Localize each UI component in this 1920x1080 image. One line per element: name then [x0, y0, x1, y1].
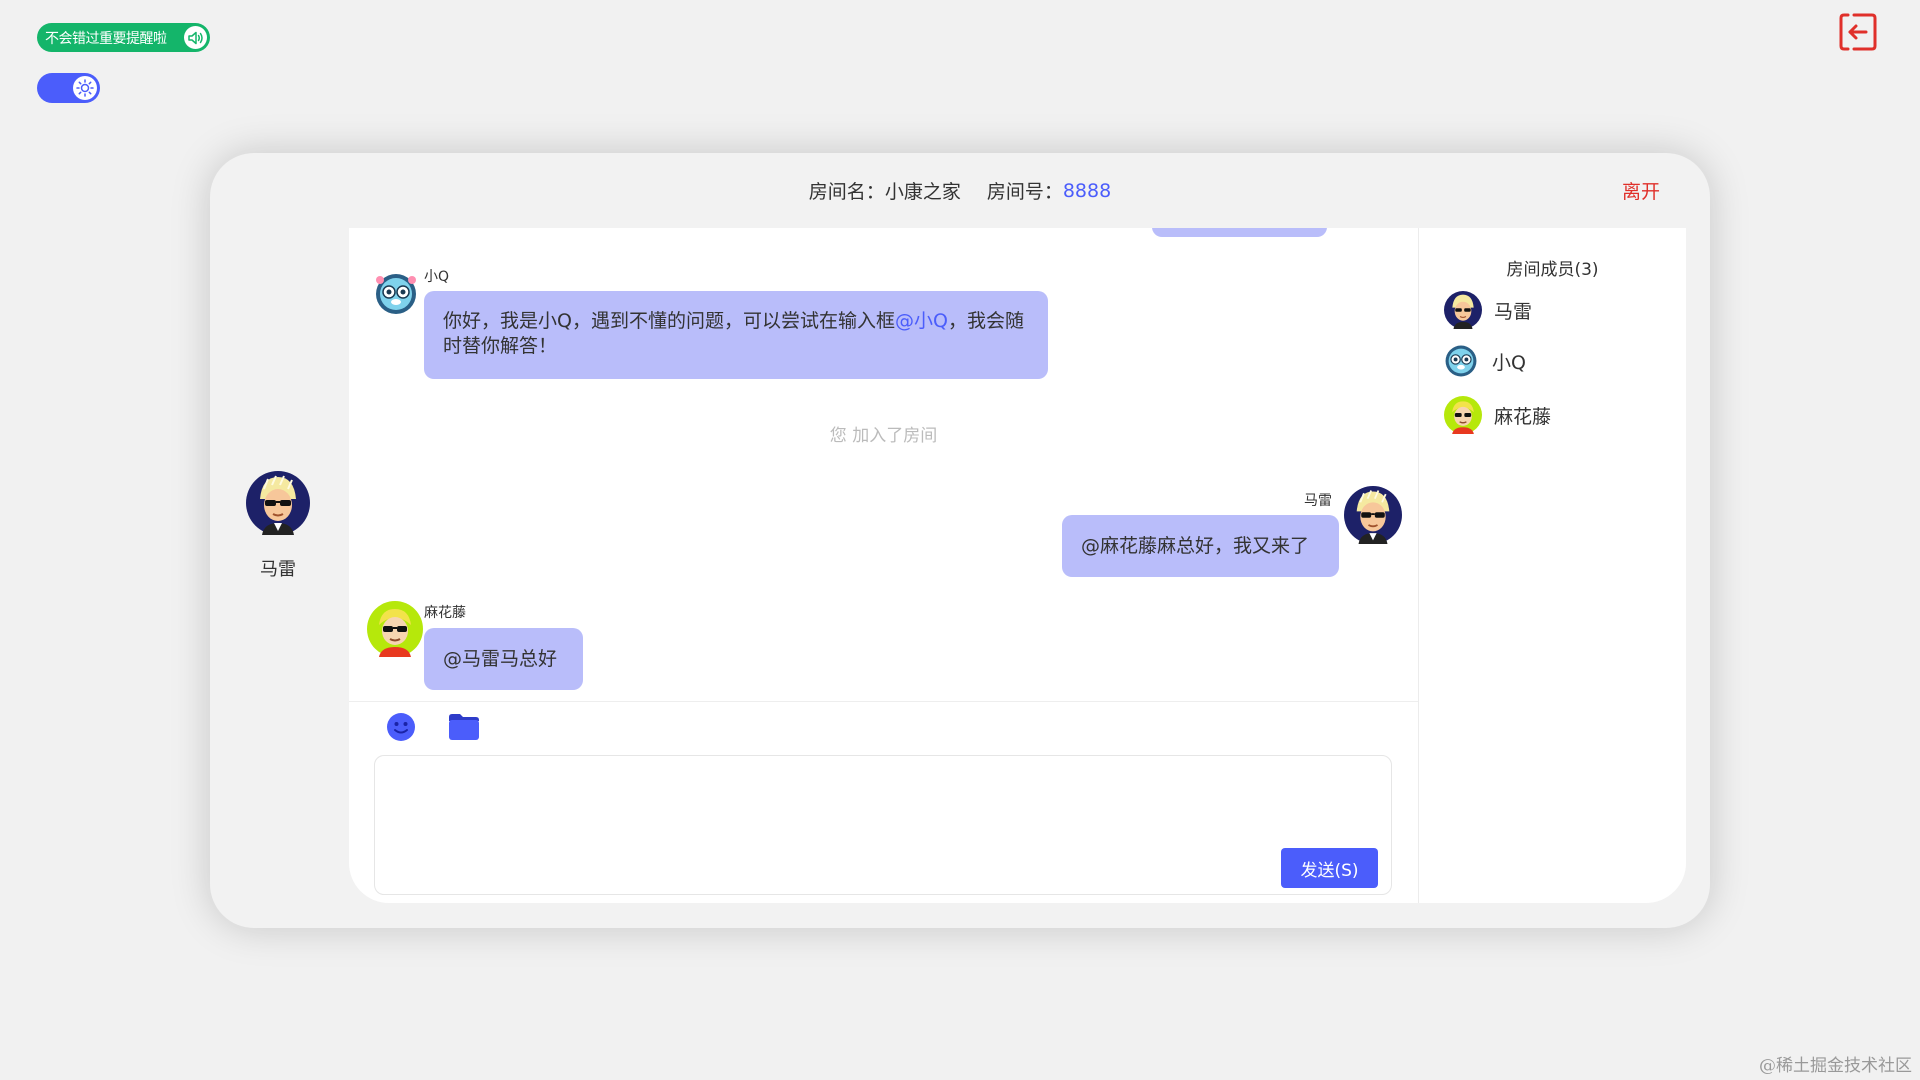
- notification-toggle[interactable]: 不会错过重要提醒啦: [37, 23, 210, 52]
- speaker-icon: [184, 26, 207, 49]
- avatar: [1444, 291, 1482, 329]
- notification-label: 不会错过重要提醒啦: [45, 30, 167, 47]
- smile-icon[interactable]: [386, 712, 416, 742]
- room-name: 小康之家: [884, 181, 961, 203]
- message-text: @马雷马总好: [443, 647, 558, 670]
- member-item[interactable]: 麻花藤: [1444, 396, 1551, 434]
- member-item[interactable]: 小Q: [1444, 344, 1526, 378]
- watermark: @稀土掘金技术社区: [1759, 1056, 1912, 1076]
- theme-toggle[interactable]: [37, 73, 100, 103]
- message-log[interactable]: 小Q 你好，我是小Q，遇到不懂的问题，可以尝试在输入框@小Q，我会随时替你解答！…: [349, 228, 1418, 701]
- member-name: 小Q: [1492, 351, 1526, 374]
- room-number-label: 房间号：: [986, 181, 1063, 203]
- logout-icon[interactable]: [1838, 12, 1878, 52]
- mention-link[interactable]: @小Q: [895, 310, 948, 332]
- room-number: 8888: [1062, 179, 1112, 202]
- avatar[interactable]: [374, 272, 418, 316]
- room-name-label: 房间名：: [808, 181, 885, 203]
- composer-divider: [349, 701, 1418, 702]
- message-text: @麻花藤麻总好，我又来了: [1081, 534, 1310, 557]
- message-input[interactable]: 发送(S): [374, 755, 1392, 895]
- avatar: [1444, 396, 1482, 434]
- self-user-panel: 马雷: [246, 471, 310, 581]
- members-title: 房间成员(3): [1506, 260, 1599, 280]
- member-name: 麻花藤: [1494, 405, 1552, 428]
- folder-icon[interactable]: [448, 713, 480, 741]
- leave-button[interactable]: 离开: [1622, 177, 1660, 204]
- members-panel: 房间成员(3) 马雷 小Q 麻花藤: [1418, 228, 1686, 903]
- message-sender: 小Q: [424, 269, 450, 285]
- message-bubble: 你好，我是小Q，遇到不懂的问题，可以尝试在输入框@小Q，我会随时替你解答！: [424, 291, 1048, 379]
- avatar[interactable]: [367, 601, 423, 657]
- system-message: 您 加入了房间: [829, 426, 938, 446]
- avatar: [1445, 345, 1477, 377]
- room-header: 房间名： 小康之家 房间号： 8888: [210, 153, 1710, 228]
- message-sender: 麻花藤: [424, 605, 466, 621]
- send-button[interactable]: 发送(S): [1281, 848, 1378, 888]
- message-bubble: @马雷马总好: [424, 628, 583, 690]
- sun-icon: [73, 76, 97, 100]
- member-name: 马雷: [1494, 300, 1533, 323]
- avatar[interactable]: [1344, 486, 1402, 544]
- message-text: 你好，我是小Q，遇到不懂的问题，可以尝试在输入框: [443, 310, 895, 332]
- message-bubble: @麻花藤麻总好，我又来了: [1062, 515, 1339, 577]
- self-user-name: 马雷: [260, 559, 296, 580]
- member-item[interactable]: 马雷: [1444, 291, 1532, 329]
- avatar[interactable]: [246, 471, 310, 535]
- message-sender: 马雷: [1304, 493, 1332, 509]
- chat-area: 小Q 你好，我是小Q，遇到不懂的问题，可以尝试在输入框@小Q，我会随时替你解答！…: [349, 228, 1418, 903]
- chat-room-card: 房间名： 小康之家 房间号： 8888 离开 马雷 小Q 你好，我是小Q，遇到不…: [210, 153, 1710, 928]
- message-bubble-partial: [1152, 228, 1327, 237]
